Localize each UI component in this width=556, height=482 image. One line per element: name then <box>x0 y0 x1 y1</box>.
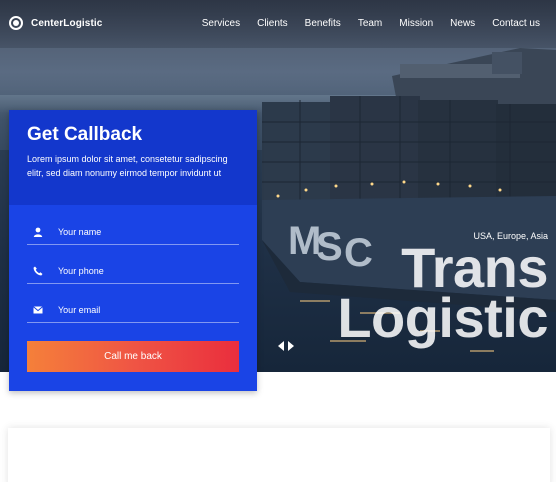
name-input[interactable] <box>58 226 228 237</box>
nav-link-services[interactable]: Services <box>202 18 240 29</box>
phone-field <box>27 258 239 284</box>
nav-link-mission[interactable]: Mission <box>399 18 433 29</box>
nav-link-team[interactable]: Team <box>358 18 382 29</box>
brand-name: CenterLogistic <box>31 17 103 29</box>
nav-link-benefits[interactable]: Benefits <box>305 18 341 29</box>
name-field <box>27 219 239 245</box>
hero-title-line2: Logistic <box>337 286 548 349</box>
target-icon <box>9 16 23 30</box>
brand-logo[interactable]: CenterLogistic <box>9 16 102 30</box>
chevron-right-icon[interactable] <box>288 341 294 351</box>
main-nav: Services Clients Benefits Team Mission N… <box>202 18 540 29</box>
slider-controls <box>278 341 294 351</box>
phone-input[interactable] <box>58 265 228 276</box>
callback-description: Lorem ipsum dolor sit amet, consetetur s… <box>27 154 228 178</box>
nav-link-contact[interactable]: Contact us <box>492 18 540 29</box>
callback-title: Get Callback <box>27 124 143 145</box>
envelope-icon <box>27 305 49 314</box>
email-input[interactable] <box>58 304 228 315</box>
nav-link-clients[interactable]: Clients <box>257 18 288 29</box>
person-icon <box>27 227 49 237</box>
email-field <box>27 297 239 323</box>
callback-header: Get Callback Lorem ipsum dolor sit amet,… <box>9 110 257 205</box>
top-navbar: CenterLogistic Services Clients Benefits… <box>0 0 556 48</box>
callback-form-card: Get Callback Lorem ipsum dolor sit amet,… <box>9 110 257 391</box>
chevron-left-icon[interactable] <box>278 341 284 351</box>
nav-link-news[interactable]: News <box>450 18 475 29</box>
hero-title: Trans Logistic <box>337 240 548 349</box>
phone-icon <box>27 266 49 276</box>
call-me-back-button[interactable]: Call me back <box>27 341 239 372</box>
content-card <box>8 428 550 482</box>
